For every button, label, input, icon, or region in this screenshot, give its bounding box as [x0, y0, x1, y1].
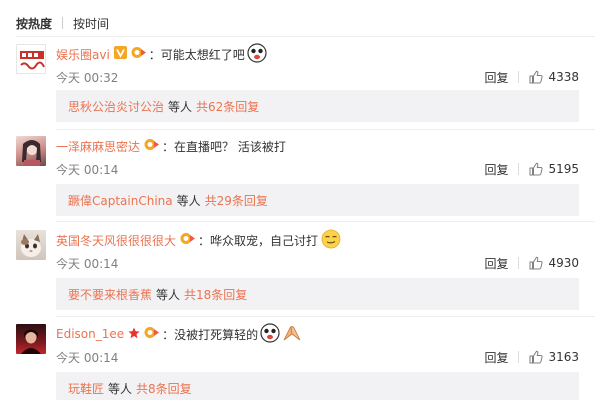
- sub-reply-user[interactable]: 要不要来根香蕉: [68, 286, 152, 303]
- skull-face-emoji-icon: [260, 322, 280, 346]
- comment-time: 今天 00:14: [56, 350, 119, 365]
- sub-reply-others: 等人: [108, 381, 133, 396]
- like-button[interactable]: 5195: [529, 162, 579, 176]
- thumbs-up-icon: [529, 162, 543, 176]
- sub-reply-user[interactable]: 蹶偉CaptainChina: [68, 192, 173, 209]
- row-divider: [56, 316, 595, 317]
- verified-v-icon: [113, 46, 127, 62]
- thumbs-up-icon: [529, 256, 543, 270]
- sort-divider: [62, 17, 64, 29]
- like-button[interactable]: 4338: [529, 70, 579, 84]
- sort-bar: 按热度 按时间: [16, 14, 109, 32]
- like-count: 4338: [548, 70, 579, 84]
- sub-reply-count[interactable]: 共29条回复: [205, 192, 268, 209]
- pray-hands-emoji-icon: [282, 324, 302, 345]
- avatar-photo-icon: [21, 329, 41, 354]
- sub-reply-others: 等人: [168, 99, 193, 114]
- comment-text: ：没被打死算轻的: [162, 327, 259, 342]
- avatar[interactable]: [16, 324, 46, 354]
- sub-replies-box[interactable]: 玩鞋匠 等人 共8条回复: [56, 372, 579, 400]
- skull-face-emoji-icon: [247, 42, 267, 66]
- fan-badge-icon: [131, 46, 147, 62]
- comment-time: 今天 00:14: [56, 256, 119, 271]
- comment-username[interactable]: 娱乐圈avi: [56, 46, 110, 63]
- sub-reply-count[interactable]: 共18条回复: [184, 286, 247, 303]
- sort-by-hot-tab[interactable]: 按热度: [16, 15, 52, 32]
- action-divider: [518, 351, 520, 363]
- comment-text: ：在直播吧？ 活该被打: [162, 139, 286, 154]
- sub-replies-box[interactable]: 要不要来根香蕉 等人 共18条回复: [56, 278, 579, 310]
- thumbs-up-icon: [529, 350, 543, 364]
- like-count: 4930: [548, 256, 579, 270]
- header-divider: [16, 36, 595, 37]
- reply-button[interactable]: 回复: [484, 69, 508, 86]
- star-badge-icon: [128, 327, 140, 342]
- smirk-face-emoji-icon: [320, 229, 342, 252]
- comment-username[interactable]: 一泽麻麻思密达: [56, 138, 140, 155]
- sub-replies-box[interactable]: 思秋公治炎讨公治 等人 共62条回复: [56, 90, 579, 122]
- comment-text: ：哗众取宠，自己讨打: [198, 233, 319, 248]
- avatar-cat-icon: [21, 234, 41, 257]
- sub-reply-others: 等人: [176, 193, 201, 208]
- sub-reply-others: 等人: [156, 287, 181, 302]
- sub-reply-user[interactable]: 思秋公治炎讨公治: [68, 98, 164, 115]
- reply-button[interactable]: 回复: [484, 349, 508, 366]
- reply-button[interactable]: 回复: [484, 255, 508, 272]
- avatar[interactable]: [16, 230, 46, 260]
- sub-reply-count[interactable]: 共62条回复: [196, 98, 259, 115]
- fan-badge-icon: [144, 326, 160, 342]
- reply-button[interactable]: 回复: [484, 161, 508, 178]
- comment-time: 今天 00:14: [56, 162, 119, 177]
- action-divider: [518, 257, 520, 269]
- sub-replies-box[interactable]: 蹶偉CaptainChina 等人 共29条回复: [56, 184, 579, 216]
- sub-reply-count[interactable]: 共8条回复: [136, 380, 192, 397]
- sort-by-time-tab[interactable]: 按时间: [73, 15, 109, 32]
- avatar[interactable]: [16, 44, 46, 74]
- like-count: 5195: [548, 162, 579, 176]
- action-divider: [518, 163, 520, 175]
- thumbs-up-icon: [529, 70, 543, 84]
- row-divider: [56, 129, 595, 130]
- comment-username[interactable]: 英国冬天风很很很很大: [56, 232, 176, 249]
- action-divider: [518, 71, 520, 83]
- comment-username[interactable]: Edison_1ee: [56, 327, 124, 341]
- row-divider: [56, 221, 595, 222]
- like-count: 3163: [548, 350, 579, 364]
- like-button[interactable]: 4930: [529, 256, 579, 270]
- fan-badge-icon: [144, 138, 160, 154]
- sub-reply-user[interactable]: 玩鞋匠: [68, 380, 104, 397]
- avatar-photo-icon: [22, 140, 41, 166]
- comment-text: ：可能太想红了吧: [148, 47, 245, 62]
- avatar[interactable]: [16, 136, 46, 166]
- fan-badge-icon: [180, 232, 196, 248]
- comment-time: 今天 00:32: [56, 70, 119, 85]
- like-button[interactable]: 3163: [529, 350, 579, 364]
- avatar-logo-icon: [20, 51, 45, 70]
